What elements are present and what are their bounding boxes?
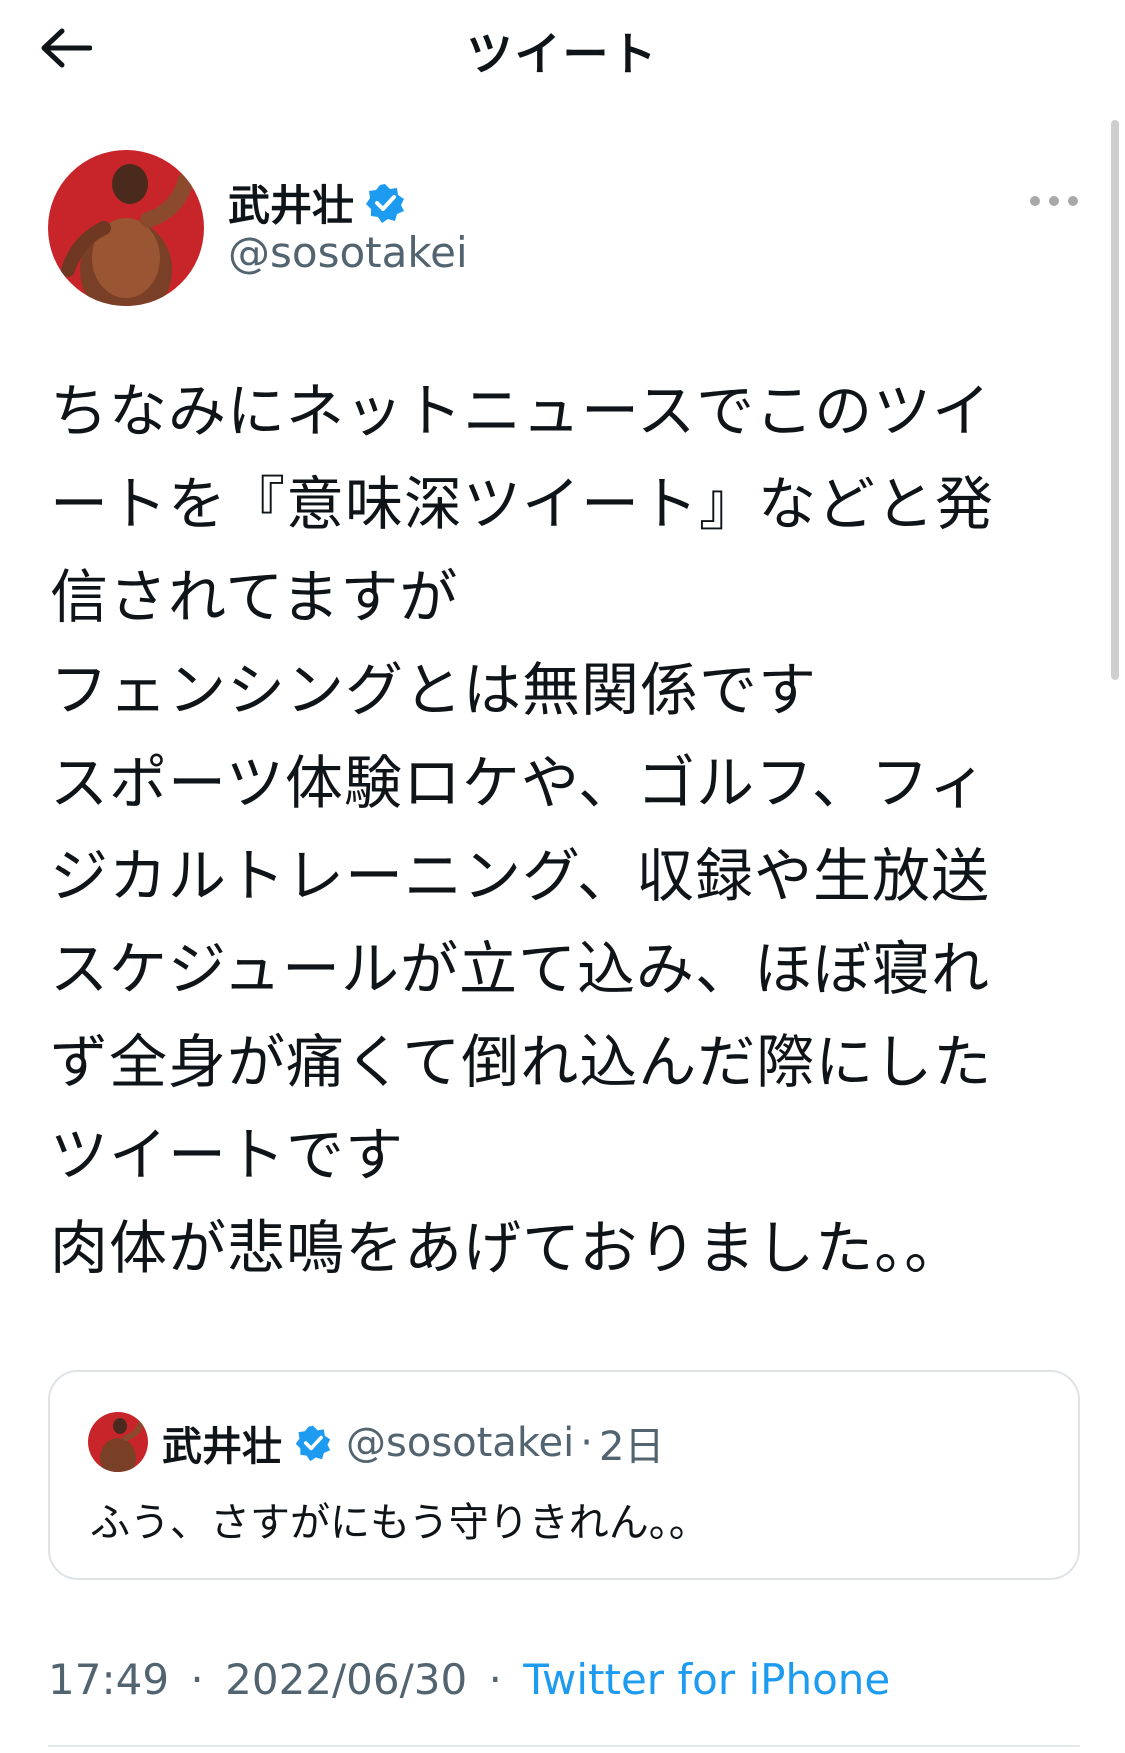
author-handle[interactable]: @sosotakei [228, 228, 468, 277]
source-app-link[interactable]: Twitter for iPhone [523, 1655, 890, 1704]
tweet-line: フェンシングとは無関係です [50, 656, 818, 724]
quote-separator: · [580, 1420, 593, 1466]
tweet-line: 肉体が悲鳴をあげておりました。。 [50, 1214, 964, 1282]
quote-author-handle: @sosotakei [346, 1420, 575, 1466]
quote-avatar [88, 1412, 148, 1472]
tweet-line: ず全身が痛くて倒れ込んだ際にした [50, 1028, 993, 1096]
tweet-line: スポーツ体験ロケや、ゴルフ、フィ [50, 749, 988, 817]
meta-separator: · [190, 1655, 204, 1704]
tweet-line: ートを『意味深ツイート』などと発 [50, 470, 995, 538]
more-horizontal-icon [1068, 196, 1078, 206]
divider [48, 1745, 1080, 1747]
tweet-date: 2022/06/30 [225, 1655, 468, 1704]
tweet-line: 信されてますが [50, 563, 459, 631]
tweet-line: ちなみにネットニュースでこのツイ [50, 377, 992, 445]
more-horizontal-icon [1049, 196, 1059, 206]
scrollbar[interactable] [1111, 120, 1119, 680]
author-row: 武井壮 [228, 172, 406, 233]
quote-author-name: 武井壮 [162, 1424, 282, 1470]
more-horizontal-icon [1030, 196, 1040, 206]
tweet-meta: 17:49 · 2022/06/30 · Twitter for iPhone [48, 1655, 890, 1704]
quote-time: 2日 [599, 1424, 665, 1470]
verified-badge-icon [294, 1424, 332, 1462]
page-title: ツイート [466, 27, 659, 81]
avatar-image [48, 150, 204, 306]
tweet-time: 17:49 [48, 1655, 170, 1704]
tweet-line: ジカルトレーニング、収録や生放送 [50, 842, 990, 910]
tweet-line: ツイートです [50, 1121, 405, 1189]
top-bar: ツイート [0, 0, 1125, 100]
meta-separator: · [488, 1655, 502, 1704]
tweet-line: スケジュールが立て込み、ほぼ寝れ [50, 935, 990, 1003]
more-options-button[interactable] [1030, 186, 1078, 216]
quote-header: 武井壮 @sosotakei · 2日 [162, 1414, 664, 1472]
tweet-body: ちなみにネットニュースでこのツイ ートを『意味深ツイート』などと発 信されてます… [50, 365, 1060, 1295]
author-name[interactable]: 武井壮 [228, 172, 354, 233]
avatar[interactable] [48, 150, 204, 306]
verified-badge-icon [364, 182, 406, 224]
quoted-tweet[interactable]: 武井壮 @sosotakei · 2日 ふう、さすがにもう守りきれん。。 [48, 1370, 1080, 1580]
quote-text: ふう、さすがにもう守りきれん。。 [90, 1500, 709, 1546]
